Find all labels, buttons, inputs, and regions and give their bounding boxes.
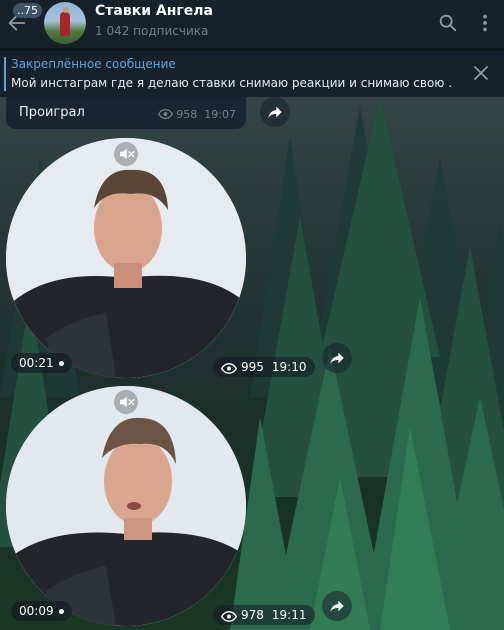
pinned-text: Мой инстаграм где я делаю ставки снимаю … bbox=[11, 76, 451, 90]
share-icon bbox=[330, 352, 344, 364]
close-icon[interactable] bbox=[472, 64, 490, 82]
message-bubble[interactable]: Проиграл 958 19:07 bbox=[6, 97, 246, 129]
video-frame bbox=[6, 138, 246, 378]
eye-icon bbox=[220, 363, 238, 374]
pinned-title: Закреплённое сообщение bbox=[11, 57, 176, 71]
unread-badge: ..75 bbox=[13, 3, 42, 18]
unplayed-dot bbox=[58, 361, 64, 366]
mute-icon bbox=[120, 148, 135, 160]
view-count: 978 bbox=[241, 608, 264, 622]
pinned-message[interactable]: Закреплённое сообщение Мой инстаграм где… bbox=[0, 50, 504, 97]
mute-indicator[interactable] bbox=[114, 142, 138, 166]
video-frame bbox=[6, 386, 246, 626]
more-vertical-icon[interactable] bbox=[474, 12, 496, 34]
message-text: Проиграл bbox=[19, 105, 85, 120]
channel-avatar[interactable] bbox=[44, 2, 86, 44]
share-icon bbox=[268, 106, 282, 118]
video-duration: 00:09 bbox=[19, 604, 54, 618]
forward-button[interactable] bbox=[322, 343, 352, 373]
eye-icon bbox=[158, 108, 174, 120]
view-count: 958 bbox=[176, 108, 198, 121]
mute-indicator[interactable] bbox=[114, 390, 138, 414]
message-meta: 958 19:07 bbox=[158, 108, 236, 121]
forward-button[interactable] bbox=[260, 97, 290, 127]
video-meta: 995 19:10 bbox=[213, 357, 315, 377]
video-note[interactable] bbox=[6, 386, 246, 626]
video-duration: 00:21 bbox=[19, 356, 54, 370]
view-count: 995 bbox=[241, 360, 264, 374]
unplayed-dot bbox=[58, 609, 64, 614]
mute-icon bbox=[120, 396, 135, 408]
message-time: 19:11 bbox=[271, 608, 307, 622]
video-meta: 978 19:11 bbox=[213, 605, 315, 625]
message-time: 19:10 bbox=[271, 360, 307, 374]
chat-area: Проиграл 958 19:07 00:21 995 19:10 00:09… bbox=[0, 97, 504, 630]
forward-button[interactable] bbox=[322, 591, 352, 621]
duration-badge: 00:21 bbox=[11, 353, 72, 373]
search-icon[interactable] bbox=[437, 12, 459, 34]
video-note[interactable] bbox=[6, 138, 246, 378]
chat-header: ..75 Ставки Ангела 1 042 подписчика bbox=[0, 0, 504, 48]
share-icon bbox=[330, 600, 344, 612]
duration-badge: 00:09 bbox=[11, 601, 72, 621]
channel-title[interactable]: Ставки Ангела bbox=[95, 3, 213, 19]
subscriber-count: 1 042 подписчика bbox=[95, 24, 209, 38]
message-time: 19:07 bbox=[204, 108, 236, 121]
eye-icon bbox=[220, 611, 238, 622]
pinned-accent-bar bbox=[4, 57, 6, 91]
